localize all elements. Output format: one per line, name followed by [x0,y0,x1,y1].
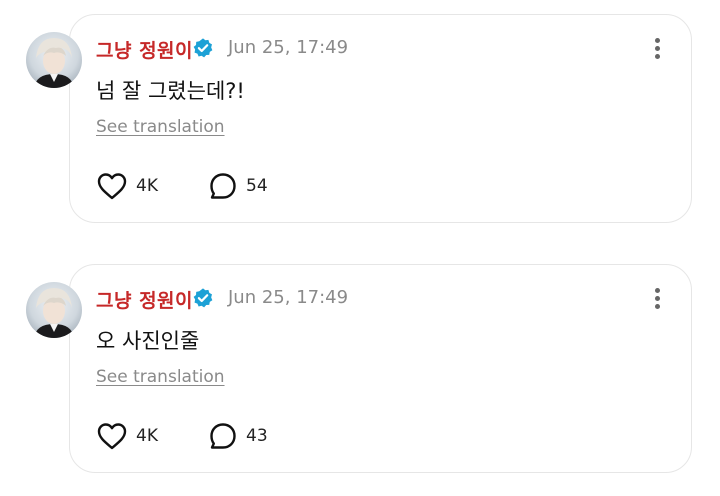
like-button[interactable]: 4K [96,420,158,452]
reply-button[interactable]: 54 [208,170,268,202]
comment-post: 그냥 정원이 Jun 25, 17:49 넘 잘 그렸는데?! See tran… [0,0,720,235]
reply-count: 54 [246,176,268,196]
comment-post: 그냥 정원이 Jun 25, 17:49 오 사진인줄 See translat… [0,250,720,485]
see-translation-link[interactable]: See translation [96,117,225,137]
comment-text: 넘 잘 그렸는데?! [96,79,245,103]
more-vertical-icon[interactable] [650,34,666,62]
like-button[interactable]: 4K [96,170,158,202]
heart-icon [97,423,127,450]
more-vertical-icon[interactable] [650,284,666,312]
like-count: 4K [136,426,158,446]
verified-badge-icon [193,38,213,58]
speech-bubble-icon [210,423,236,449]
timestamp: Jun 25, 17:49 [228,37,349,58]
author-name[interactable]: 그냥 정원이 [96,36,193,63]
avatar[interactable] [26,32,82,88]
heart-icon [97,173,127,200]
reply-count: 43 [246,426,268,446]
comment-text: 오 사진인줄 [96,329,200,353]
speech-bubble-icon [210,173,236,199]
see-translation-link[interactable]: See translation [96,367,225,387]
reply-button[interactable]: 43 [208,420,268,452]
avatar[interactable] [26,282,82,338]
author-name[interactable]: 그냥 정원이 [96,286,193,313]
like-count: 4K [136,176,158,196]
timestamp: Jun 25, 17:49 [228,287,349,308]
verified-badge-icon [193,288,213,308]
